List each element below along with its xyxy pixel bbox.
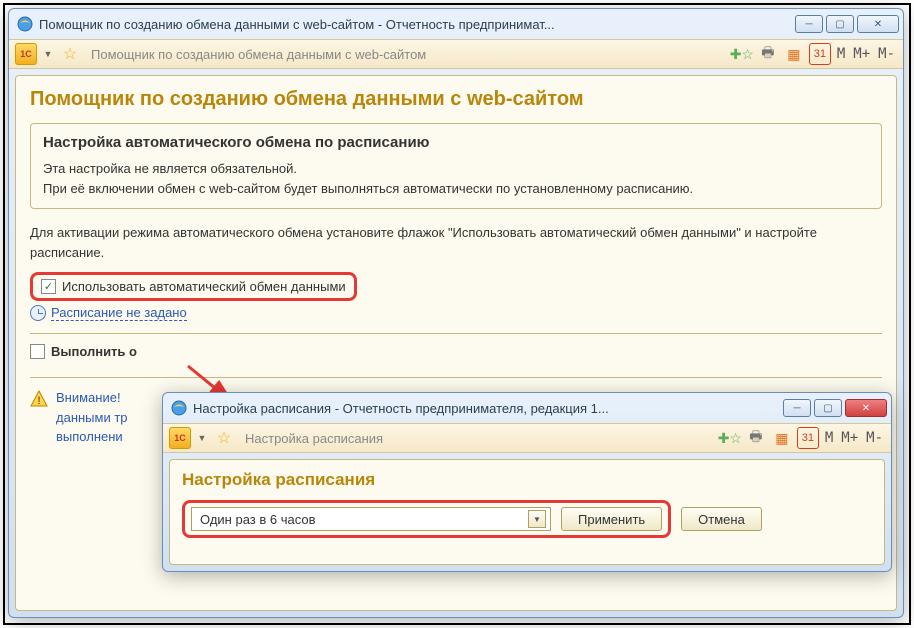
memory-mminus-button[interactable]: M- xyxy=(864,430,885,446)
divider xyxy=(30,333,882,334)
add-favorite-icon[interactable]: ✚☆ xyxy=(719,427,741,449)
calendar-icon[interactable]: 31 xyxy=(797,427,819,449)
app-1c-icon[interactable]: 1C xyxy=(15,43,37,65)
execute-label: Выполнить о xyxy=(51,344,137,359)
child-maximize-button[interactable]: ▢ xyxy=(814,399,842,417)
schedule-combobox[interactable]: Один раз в 6 часов ▼ xyxy=(191,507,551,531)
main-toolbar: 1C ▼ ☆ Помощник по созданию обмена данны… xyxy=(9,39,903,69)
main-title-text: Помощник по созданию обмена данными с we… xyxy=(39,17,795,32)
child-close-button[interactable]: ✕ xyxy=(845,399,887,417)
print-icon[interactable]: 🖶 xyxy=(745,427,767,449)
child-heading: Настройка расписания xyxy=(182,470,872,490)
child-titlebar: Настройка расписания - Отчетность предпр… xyxy=(163,393,891,423)
section-title: Настройка автоматического обмена по расп… xyxy=(43,134,869,151)
child-breadcrumb: Настройка расписания xyxy=(239,431,715,446)
divider-2 xyxy=(30,377,882,378)
ie-icon xyxy=(17,16,33,32)
maximize-button[interactable]: ▢ xyxy=(826,15,854,33)
calculator-icon[interactable]: ▦ xyxy=(771,427,793,449)
warning-text-3: выполнени xyxy=(56,429,123,444)
history-dropdown-icon[interactable]: ▼ xyxy=(195,427,209,449)
warning-text-1: Внимание! xyxy=(56,390,121,405)
apply-button[interactable]: Применить xyxy=(561,507,662,531)
schedule-dialog: Настройка расписания - Отчетность предпр… xyxy=(162,392,892,572)
breadcrumb: Помощник по созданию обмена данными с we… xyxy=(85,47,727,62)
memory-mplus-button[interactable]: M+ xyxy=(851,46,872,62)
schedule-link-row: Расписание не задано xyxy=(30,305,882,321)
minimize-button[interactable]: ─ xyxy=(795,15,823,33)
section-text-1: Эта настройка не является обязательной. xyxy=(43,159,869,179)
app-1c-icon[interactable]: 1C xyxy=(169,427,191,449)
history-dropdown-icon[interactable]: ▼ xyxy=(41,43,55,65)
cancel-button[interactable]: Отмена xyxy=(681,507,762,531)
main-titlebar: Помощник по созданию обмена данными с we… xyxy=(9,9,903,39)
page-title: Помощник по созданию обмена данными с we… xyxy=(30,88,882,111)
highlighted-schedule-controls: Один раз в 6 часов ▼ Применить xyxy=(182,500,671,538)
execute-row: ✓ Выполнить о xyxy=(30,344,882,359)
warning-icon: ! xyxy=(30,390,48,408)
child-content: Настройка расписания Один раз в 6 часов … xyxy=(169,459,885,565)
close-button[interactable]: ✕ xyxy=(857,15,899,33)
auto-exchange-label: Использовать автоматический обмен данным… xyxy=(62,279,346,294)
highlighted-checkbox-area: ✓ Использовать автоматический обмен данн… xyxy=(30,272,357,301)
schedule-link[interactable]: Расписание не задано xyxy=(51,305,187,321)
clock-icon xyxy=(30,305,46,321)
ie-icon xyxy=(171,400,187,416)
child-title-text: Настройка расписания - Отчетность предпр… xyxy=(193,401,783,416)
memory-mplus-button[interactable]: M+ xyxy=(839,430,860,446)
calculator-icon[interactable]: ▦ xyxy=(783,43,805,65)
body-text: Для активации режима автоматического обм… xyxy=(30,223,882,262)
memory-m-button[interactable]: M xyxy=(835,46,847,62)
section-text-2: При её включении обмен с web-сайтом буде… xyxy=(43,179,869,199)
section-box: Настройка автоматического обмена по расп… xyxy=(30,123,882,209)
favorite-star-icon[interactable]: ☆ xyxy=(59,43,81,65)
svg-text:!: ! xyxy=(37,395,40,407)
memory-mminus-button[interactable]: M- xyxy=(876,46,897,62)
add-favorite-icon[interactable]: ✚☆ xyxy=(731,43,753,65)
chevron-down-icon[interactable]: ▼ xyxy=(528,510,546,528)
print-icon[interactable]: 🖶 xyxy=(757,43,779,65)
calendar-icon[interactable]: 31 xyxy=(809,43,831,65)
warning-text-2: данными тр xyxy=(56,410,128,425)
schedule-combo-value: Один раз в 6 часов xyxy=(200,512,528,527)
child-minimize-button[interactable]: ─ xyxy=(783,399,811,417)
execute-checkbox[interactable]: ✓ xyxy=(30,344,45,359)
child-toolbar: 1C ▼ ☆ Настройка расписания ✚☆ 🖶 ▦ 31 M … xyxy=(163,423,891,453)
auto-exchange-checkbox[interactable]: ✓ xyxy=(41,279,56,294)
memory-m-button[interactable]: M xyxy=(823,430,835,446)
favorite-star-icon[interactable]: ☆ xyxy=(213,427,235,449)
